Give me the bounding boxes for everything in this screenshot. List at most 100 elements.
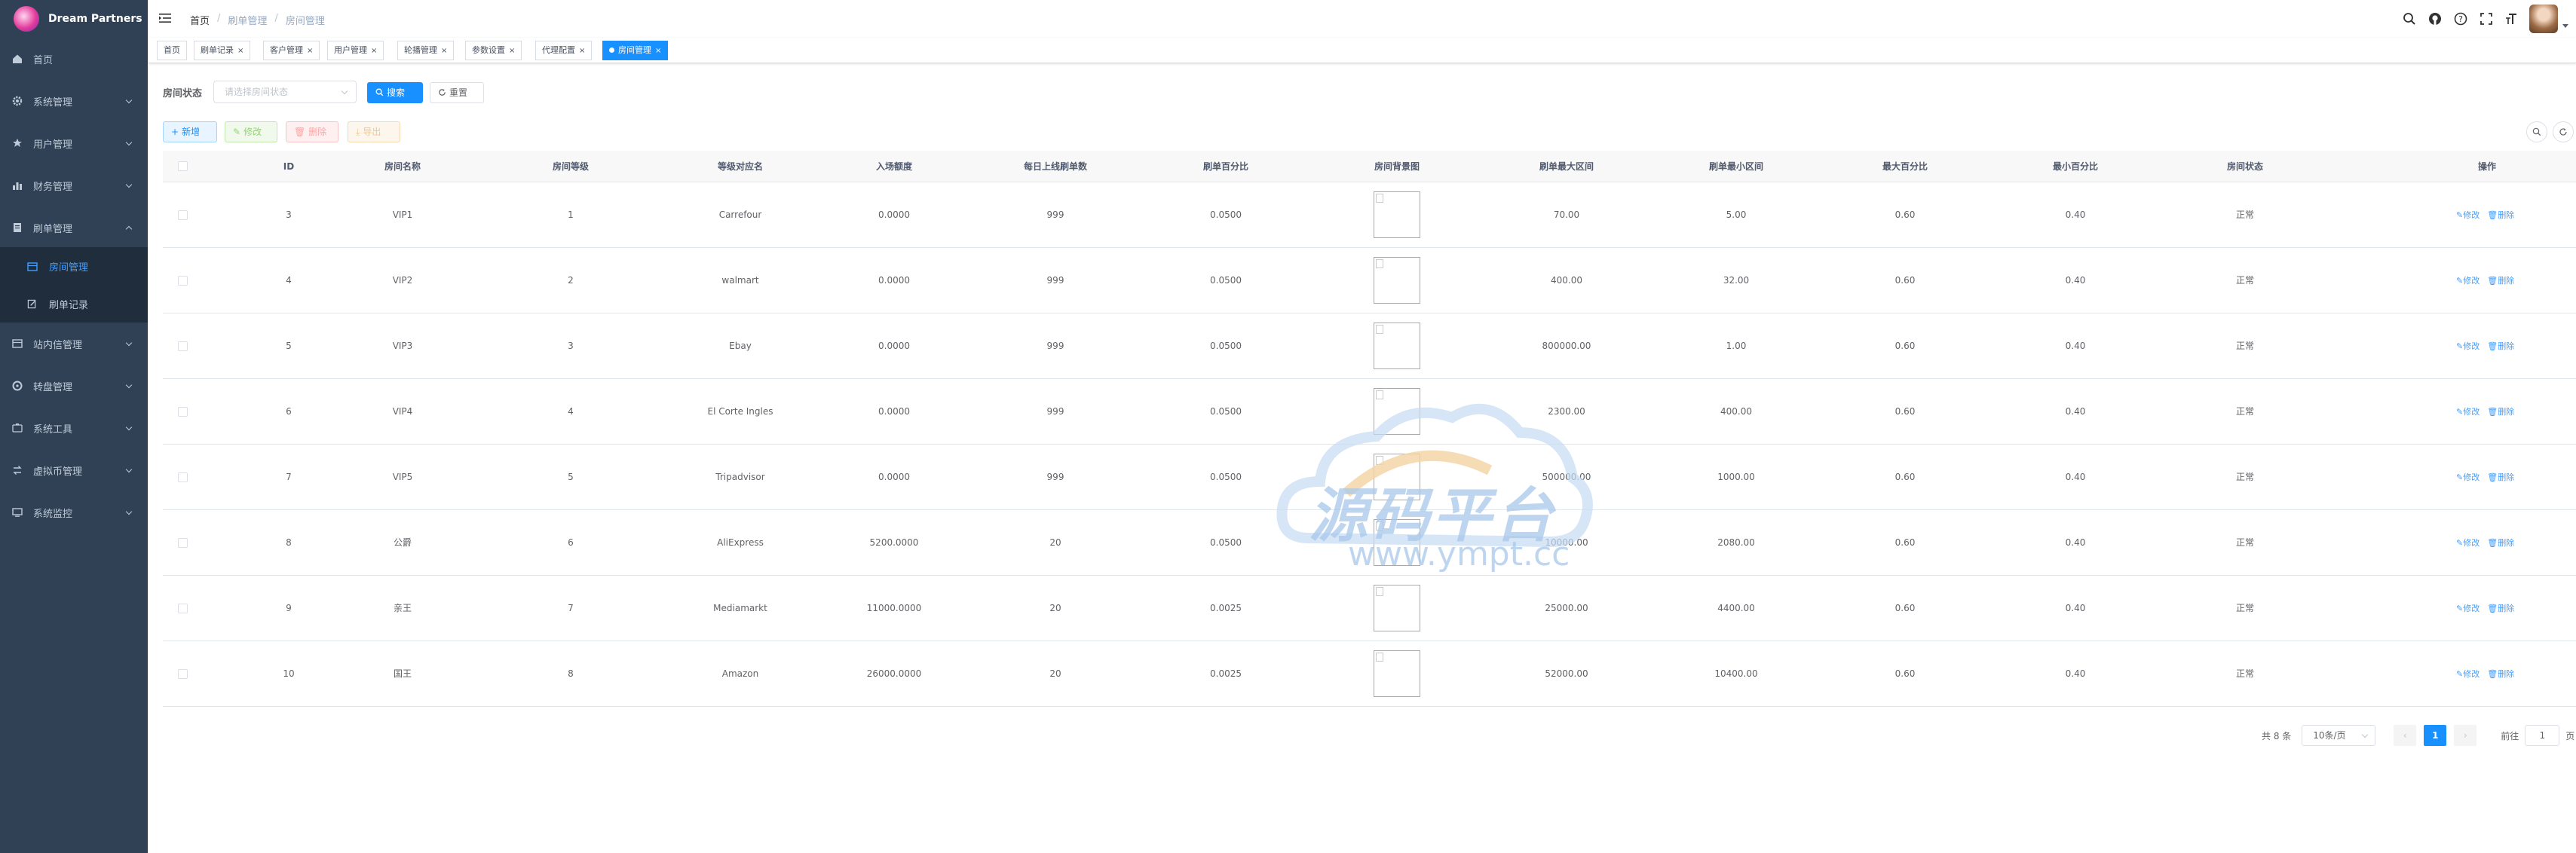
goto-page-input[interactable]: 1 — [2525, 725, 2560, 746]
row-checkbox[interactable] — [178, 538, 188, 548]
row-edit-button[interactable]: ✎修改 — [2456, 407, 2480, 417]
row-checkbox[interactable] — [178, 669, 188, 679]
select-all-checkbox[interactable] — [178, 161, 188, 171]
reset-button[interactable]: 重置 — [430, 82, 484, 103]
caret-down-icon[interactable] — [2562, 23, 2568, 28]
column-header: 最小百分比 — [2052, 161, 2098, 172]
logo[interactable]: Dream Partners — [0, 0, 148, 38]
row-delete-button[interactable]: 🗑︎删除 — [2487, 604, 2514, 613]
table-row: 5 VIP3 3 Ebay 0.0000 999 0.0500 800000.00 1.00 0.… — [163, 313, 2576, 379]
table-cell: 20 — [1049, 537, 1061, 548]
row-checkbox[interactable] — [178, 210, 188, 220]
breadcrumb-home[interactable]: 首页 — [190, 13, 210, 27]
refresh-icon — [439, 89, 446, 96]
row-checkbox[interactable] — [178, 407, 188, 417]
room-status-select[interactable]: 请选择房间状态 — [213, 81, 357, 103]
next-page-button[interactable]: › — [2454, 725, 2477, 746]
row-delete-button[interactable]: 🗑︎删除 — [2487, 407, 2514, 417]
add-button[interactable]: + 新增 — [163, 121, 217, 142]
sidebar-item-label: 转盘管理 — [33, 381, 73, 393]
page-size-select[interactable]: 10条/页 — [2302, 725, 2376, 746]
hamburger-icon[interactable] — [158, 11, 172, 25]
row-delete-button[interactable]: 🗑︎删除 — [2487, 210, 2514, 220]
sidebar-item-message[interactable]: 站内信管理 — [0, 323, 148, 365]
sidebar-item-system[interactable]: 系统管理 — [0, 80, 148, 122]
avatar[interactable] — [2529, 5, 2558, 33]
font-size-icon[interactable] — [2504, 11, 2520, 27]
sidebar-item-order[interactable]: 刷单管理 — [0, 206, 148, 249]
row-edit-button[interactable]: ✎修改 — [2456, 669, 2480, 679]
table-cell: 999 — [1046, 209, 1064, 220]
fullscreen-icon[interactable] — [2478, 11, 2495, 27]
close-icon[interactable]: × — [579, 47, 585, 55]
sidebar-item-finance[interactable]: 财务管理 — [0, 164, 148, 206]
close-icon[interactable]: × — [237, 47, 244, 55]
row-delete-button[interactable]: 🗑︎删除 — [2487, 669, 2514, 679]
sidebar-item-turntable[interactable]: 转盘管理 — [0, 365, 148, 407]
table-cell: 8 — [568, 668, 574, 679]
sidebar-item-crypto[interactable]: 虚拟币管理 — [0, 449, 148, 491]
toggle-search-button[interactable] — [2526, 121, 2547, 142]
sidebar-item-tool[interactable]: 系统工具 — [0, 407, 148, 449]
table-cell: 0.0000 — [878, 341, 910, 351]
row-delete-button[interactable]: 🗑︎删除 — [2487, 472, 2514, 482]
search-button[interactable]: 搜索 — [367, 82, 423, 103]
tab-4[interactable]: 轮播管理 × — [397, 41, 455, 60]
row-delete-button[interactable]: 🗑︎删除 — [2487, 341, 2514, 351]
tab-1[interactable]: 刷单记录 × — [194, 41, 251, 60]
chevron-down-icon — [2362, 731, 2369, 738]
tab-label: 参数设置 — [472, 45, 505, 55]
row-edit-label: 修改 — [2463, 604, 2480, 613]
sidebar-item-room-management[interactable]: 房间管理 — [0, 247, 148, 285]
refresh-table-button[interactable] — [2553, 121, 2574, 142]
row-edit-button[interactable]: ✎修改 — [2456, 276, 2480, 286]
tab-0[interactable]: 首页 — [157, 41, 187, 60]
close-icon[interactable]: × — [371, 47, 377, 55]
table-cell: 0.60 — [1894, 275, 1916, 286]
export-button[interactable]: ⤓ 导出 — [348, 121, 400, 142]
close-icon[interactable]: × — [441, 47, 447, 55]
tab-3[interactable]: 用户管理 × — [327, 41, 384, 60]
prev-page-button[interactable]: ‹ — [2394, 725, 2417, 746]
tab-2[interactable]: 客户管理 × — [263, 41, 320, 60]
sidebar-item-monitor[interactable]: 系统监控 — [0, 491, 148, 534]
tab-7[interactable]: 房间管理 × — [602, 41, 669, 60]
table-cell: 10400.00 — [1714, 668, 1758, 679]
trash-icon: 🗑︎ — [2487, 604, 2498, 613]
trash-icon: 🗑︎ — [2487, 669, 2498, 679]
row-edit-button[interactable]: ✎修改 — [2456, 341, 2480, 351]
row-delete-button[interactable]: 🗑︎删除 — [2487, 538, 2514, 548]
row-checkbox[interactable] — [178, 604, 188, 613]
close-icon[interactable]: × — [509, 47, 515, 55]
close-icon[interactable]: × — [307, 47, 313, 55]
row-actions: ✎修改 🗑︎删除 — [2456, 313, 2514, 379]
sidebar-item-home[interactable]: 首页 — [0, 38, 148, 80]
table-cell: 0.0500 — [1210, 341, 1242, 351]
row-checkbox[interactable] — [178, 341, 188, 351]
row-edit-button[interactable]: ✎修改 — [2456, 472, 2480, 482]
question-icon[interactable]: ? — [2452, 11, 2469, 27]
sidebar-item-label: 系统监控 — [33, 508, 73, 520]
tab-5[interactable]: 参数设置 × — [465, 41, 522, 60]
delete-button[interactable]: 🗑︎ 删除 — [286, 121, 338, 142]
row-edit-button[interactable]: ✎修改 — [2456, 604, 2480, 613]
row-checkbox[interactable] — [178, 276, 188, 286]
row-edit-button[interactable]: ✎修改 — [2456, 538, 2480, 548]
breadcrumb-separator: / — [217, 13, 221, 24]
page-number-current[interactable]: 1 — [2424, 725, 2447, 746]
table-cell: 国王 — [393, 668, 412, 679]
table-cell: 26000.0000 — [866, 668, 922, 679]
close-icon[interactable]: × — [655, 47, 661, 55]
sidebar-item-order-records[interactable]: 刷单记录 — [0, 285, 148, 323]
row-edit-button[interactable]: ✎修改 — [2456, 210, 2480, 220]
sidebar-item-label: 系统工具 — [33, 423, 73, 436]
row-delete-button[interactable]: 🗑︎删除 — [2487, 276, 2514, 286]
sidebar-item-user[interactable]: 用户管理 — [0, 122, 148, 164]
pagination-total: 共 8 条 — [2262, 730, 2292, 741]
search-icon[interactable] — [2401, 11, 2418, 27]
github-icon[interactable] — [2427, 11, 2443, 27]
exchange-icon — [12, 465, 23, 475]
edit-button[interactable]: ✎ 修改 — [225, 121, 277, 142]
tab-6[interactable]: 代理配置 × — [535, 41, 593, 60]
row-checkbox[interactable] — [178, 472, 188, 482]
